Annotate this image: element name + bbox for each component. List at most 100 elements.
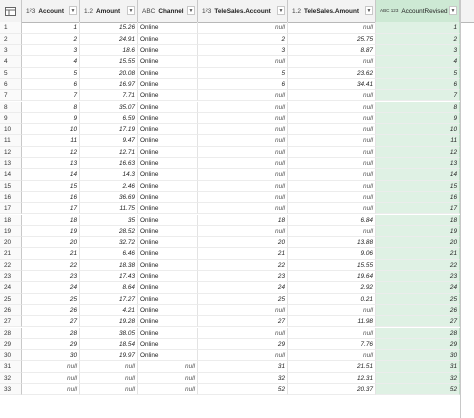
column-header-channel[interactable]: ABC Channel ▼ — [138, 0, 198, 22]
cell-telesales-amount[interactable]: 6.84 — [288, 214, 376, 226]
cell-accountrevised[interactable]: 15 — [376, 180, 460, 192]
cell-telesales-amount[interactable]: 13.88 — [288, 237, 376, 249]
cell-telesales-account[interactable]: null — [198, 112, 288, 125]
row-number[interactable]: 19 — [0, 225, 22, 238]
cell-amount[interactable]: 32.72 — [80, 237, 138, 249]
cell-telesales-amount[interactable]: null — [288, 22, 376, 34]
row-number[interactable]: 3 — [0, 45, 22, 57]
cell-telesales-account[interactable]: 3 — [198, 45, 288, 57]
filter-dropdown-button[interactable]: ▼ — [69, 6, 77, 15]
table-row[interactable]: 22 22 18.38 Online 22 15.55 22 — [0, 259, 474, 271]
row-number[interactable]: 12 — [0, 146, 22, 158]
cell-amount[interactable]: 16.97 — [80, 78, 138, 91]
cell-telesales-amount[interactable]: 2.92 — [288, 282, 376, 294]
cell-accountrevised[interactable]: 7 — [376, 90, 460, 102]
cell-account[interactable]: 3 — [22, 45, 80, 57]
cell-telesales-account[interactable]: 25 — [198, 293, 288, 305]
cell-accountrevised[interactable]: 9 — [376, 112, 460, 125]
cell-amount[interactable]: 19.97 — [80, 350, 138, 362]
table-row[interactable]: 18 18 35 Online 18 6.84 18 — [0, 214, 474, 226]
cell-amount[interactable]: 28.52 — [80, 225, 138, 238]
row-number[interactable]: 5 — [0, 67, 22, 79]
cell-account[interactable]: 5 — [22, 67, 80, 79]
cell-account[interactable]: 30 — [22, 350, 80, 362]
cell-telesales-amount[interactable]: null — [288, 124, 376, 136]
filter-dropdown-button[interactable]: ▼ — [365, 6, 373, 15]
cell-accountrevised[interactable]: 28 — [376, 327, 460, 339]
cell-telesales-amount[interactable]: 15.55 — [288, 259, 376, 271]
cell-channel[interactable]: Online — [138, 45, 198, 57]
cell-accountrevised[interactable]: 4 — [376, 56, 460, 68]
cell-accountrevised[interactable]: 14 — [376, 169, 460, 181]
cell-amount[interactable]: 6.46 — [80, 248, 138, 260]
cell-amount[interactable]: 16.63 — [80, 158, 138, 170]
table-row[interactable]: 1 1 15.26 Online null null 1 — [0, 22, 474, 34]
table-row[interactable]: 11 11 9.47 Online null null 11 — [0, 135, 474, 147]
column-header-telesales-amount[interactable]: 1.2 TeleSales.Amount ▼ — [288, 0, 376, 22]
table-row[interactable]: 25 25 17.27 Online 25 0.21 25 — [0, 293, 474, 305]
row-number[interactable]: 28 — [0, 327, 22, 339]
table-row[interactable]: 3 3 18.6 Online 3 8.87 3 — [0, 45, 474, 57]
cell-channel[interactable]: Online — [138, 304, 198, 317]
row-number[interactable]: 22 — [0, 259, 22, 271]
cell-amount[interactable]: 15.55 — [80, 56, 138, 68]
cell-telesales-account[interactable]: 27 — [198, 316, 288, 328]
table-row[interactable]: 21 21 6.46 Online 21 9.06 21 — [0, 248, 474, 260]
row-number[interactable]: 29 — [0, 338, 22, 351]
cell-telesales-amount[interactable]: null — [288, 304, 376, 317]
row-number[interactable]: 2 — [0, 33, 22, 45]
cell-telesales-account[interactable]: 2 — [198, 33, 288, 45]
cell-account[interactable]: 15 — [22, 180, 80, 192]
cell-amount[interactable]: 24.91 — [80, 33, 138, 45]
cell-channel[interactable]: Online — [138, 203, 198, 215]
cell-telesales-account[interactable]: null — [198, 203, 288, 215]
cell-amount[interactable]: 19.28 — [80, 316, 138, 328]
table-row[interactable]: 20 20 32.72 Online 20 13.88 20 — [0, 237, 474, 249]
cell-accountrevised[interactable]: 30 — [376, 350, 460, 362]
table-row[interactable]: 26 26 4.21 Online null null 26 — [0, 304, 474, 317]
table-row[interactable]: 24 24 8.64 Online 24 2.92 24 — [0, 282, 474, 294]
cell-telesales-amount[interactable]: null — [288, 158, 376, 170]
cell-amount[interactable]: 17.27 — [80, 293, 138, 305]
table-row[interactable]: 14 14 14.3 Online null null 14 — [0, 169, 474, 181]
column-header-accountrevised[interactable]: ABC 123 AccountRevised ▼ — [376, 0, 460, 22]
cell-channel[interactable]: Online — [138, 56, 198, 68]
cell-accountrevised[interactable]: 31 — [376, 361, 460, 373]
cell-account[interactable]: 27 — [22, 316, 80, 328]
filter-dropdown-button[interactable]: ▼ — [449, 6, 457, 15]
cell-account[interactable]: 4 — [22, 56, 80, 68]
cell-channel[interactable]: Online — [138, 191, 198, 204]
cell-channel[interactable]: null — [138, 384, 198, 396]
cell-telesales-amount[interactable]: null — [288, 146, 376, 158]
cell-telesales-account[interactable]: 52 — [198, 384, 288, 396]
cell-telesales-account[interactable]: null — [198, 22, 288, 34]
row-number[interactable]: 6 — [0, 78, 22, 91]
cell-amount[interactable]: 11.75 — [80, 203, 138, 215]
cell-account[interactable]: 22 — [22, 259, 80, 271]
cell-channel[interactable]: Online — [138, 259, 198, 271]
filter-dropdown-button[interactable]: ▼ — [187, 6, 195, 15]
cell-channel[interactable]: Online — [138, 135, 198, 147]
cell-telesales-amount[interactable]: null — [288, 203, 376, 215]
cell-account[interactable]: 11 — [22, 135, 80, 147]
row-number[interactable]: 31 — [0, 361, 22, 373]
cell-accountrevised[interactable]: 6 — [376, 78, 460, 91]
cell-accountrevised[interactable]: 20 — [376, 237, 460, 249]
cell-telesales-account[interactable]: 21 — [198, 248, 288, 260]
cell-accountrevised[interactable]: 8 — [376, 101, 460, 113]
cell-channel[interactable]: Online — [138, 225, 198, 238]
row-number[interactable]: 17 — [0, 203, 22, 215]
row-number[interactable]: 18 — [0, 214, 22, 226]
column-header-amount[interactable]: 1.2 Amount ▼ — [80, 0, 138, 22]
cell-accountrevised[interactable]: 17 — [376, 203, 460, 215]
cell-channel[interactable]: Online — [138, 327, 198, 339]
cell-telesales-account[interactable]: null — [198, 225, 288, 238]
row-number[interactable]: 32 — [0, 372, 22, 384]
table-row[interactable]: 10 10 17.19 Online null null 10 — [0, 124, 474, 136]
cell-telesales-account[interactable]: 24 — [198, 282, 288, 294]
cell-account[interactable]: 7 — [22, 90, 80, 102]
cell-accountrevised[interactable]: 26 — [376, 304, 460, 317]
cell-telesales-account[interactable]: 23 — [198, 271, 288, 283]
cell-telesales-amount[interactable]: 21.51 — [288, 361, 376, 373]
cell-account[interactable]: 10 — [22, 124, 80, 136]
